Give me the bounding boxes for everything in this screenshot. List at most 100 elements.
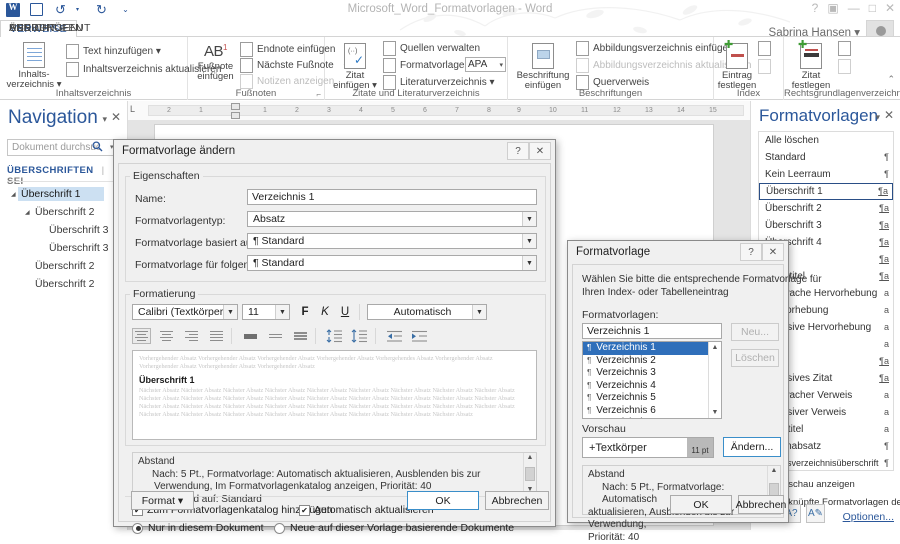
font-color-combo[interactable]: Automatisch ▼	[367, 304, 487, 320]
ok-button[interactable]: OK	[407, 491, 479, 510]
chevron-down-icon[interactable]: ▼	[522, 256, 536, 270]
align-justify-button[interactable]	[207, 328, 226, 344]
insert-tof-button[interactable]: Abbildungsverzeichnis einfügen	[576, 41, 734, 56]
navigation-pane-dropdown-icon[interactable]: ▾	[102, 114, 107, 125]
insert-footnote-button[interactable]: AB1 Fußnote einfügen	[193, 43, 238, 82]
line-spacing-double-button[interactable]	[291, 328, 310, 344]
list-item[interactable]: ¶Verzeichnis 4	[583, 380, 721, 393]
insert-toa-button[interactable]	[838, 41, 851, 56]
first-line-indent-marker[interactable]	[231, 103, 240, 110]
styles-options-link[interactable]: Optionen...	[843, 511, 894, 523]
only-this-document-radio[interactable]: Nur in diesem Dokument	[132, 522, 264, 534]
align-right-button[interactable]	[182, 328, 201, 344]
modify-button[interactable]: Ändern...	[723, 437, 781, 457]
styles-pane-dropdown-icon[interactable]: ▾	[875, 112, 880, 123]
list-item[interactable]: ¶Verzeichnis 3	[583, 367, 721, 380]
left-indent-marker[interactable]	[231, 112, 240, 119]
style-item-standard[interactable]: Standard¶	[759, 149, 893, 166]
dialog-title-buttons[interactable]: ? ✕	[740, 243, 784, 261]
styles-listbox[interactable]: ¶Verzeichnis 1 ¶Verzeichnis 2 ¶Verzeichn…	[582, 341, 722, 419]
mark-entry-button[interactable]: ✚ Eintrag festlegen	[717, 43, 757, 91]
list-item[interactable]: ¶Verzeichnis 6	[583, 405, 721, 418]
font-size-combo[interactable]: 11 ▼	[242, 304, 290, 320]
nav-heading-2[interactable]: Überschrift 2	[32, 205, 98, 219]
insert-citation-button[interactable]: (··) ✓ Zitat einfügen ▾	[329, 43, 381, 91]
cancel-button[interactable]: Abbrechen	[485, 491, 549, 510]
expander-icon[interactable]: ◢	[25, 209, 30, 216]
styles-listbox-scrollbar[interactable]: ▲ ▼	[708, 342, 721, 418]
list-item[interactable]: ¶Verzeichnis 2	[583, 355, 721, 368]
nav-heading-1[interactable]: Überschrift 1	[18, 187, 104, 201]
description-scrollbar[interactable]: ▲ ▼	[523, 453, 536, 496]
manage-styles-button[interactable]: A✎	[806, 504, 825, 523]
navigation-pane-close-icon[interactable]: ✕	[111, 110, 121, 124]
chevron-down-icon[interactable]: ▼	[472, 305, 486, 319]
close-icon[interactable]: ✕	[885, 1, 895, 15]
footnotes-dialog-launcher-icon[interactable]: ⌐	[316, 90, 321, 99]
scroll-up-icon[interactable]: ▲	[524, 453, 536, 464]
list-item[interactable]: ¶Verzeichnis 7	[583, 417, 721, 419]
mark-citation-button[interactable]: ✚ Zitat festlegen	[790, 43, 832, 91]
chevron-down-icon[interactable]: ▼	[522, 212, 536, 226]
collapse-ribbon-icon[interactable]: ⌃	[887, 74, 895, 85]
navigation-tabs[interactable]: ÜBERSCHRIFTEN | SEI	[7, 165, 123, 187]
help-icon[interactable]: ?	[740, 243, 762, 261]
format-button[interactable]: Format ▾	[131, 491, 194, 510]
space-after-button[interactable]	[350, 328, 369, 344]
citation-style-combo[interactable]: APA ▾	[465, 57, 506, 72]
minimize-icon[interactable]: —	[848, 1, 860, 15]
toc-button[interactable]: Inhalts- verzeichnis ▾	[6, 42, 62, 90]
style-item-kein-leerraum[interactable]: Kein Leerraum¶	[759, 166, 893, 183]
style-name-input[interactable]: Verzeichnis 1	[247, 189, 537, 205]
line-spacing-1-5-button[interactable]	[266, 328, 285, 344]
next-style-combo[interactable]: ¶ Standard ▼	[247, 255, 537, 271]
style-type-combo[interactable]: Absatz ▼	[247, 211, 537, 227]
styles-pane-close-icon[interactable]: ✕	[884, 108, 894, 122]
add-text-button[interactable]: Text hinzufügen ▾	[66, 44, 161, 59]
insert-endnote-button[interactable]: Endnote einfügen	[240, 42, 335, 57]
space-before-button[interactable]	[325, 328, 344, 344]
chevron-down-icon[interactable]: ▼	[275, 305, 289, 319]
scroll-up-icon[interactable]: ▲	[768, 466, 780, 477]
dialog-title-buttons[interactable]: ? ✕	[507, 142, 551, 160]
help-icon[interactable]: ?	[812, 1, 819, 15]
font-name-combo[interactable]: Calibri (Textkörper) ▼	[132, 304, 238, 320]
tab-stop-selector-icon[interactable]: L	[130, 104, 135, 114]
horizontal-ruler[interactable]: L 2 1 1 2 3 4 5 6 7 8 9 10 11 12 13 14 1…	[128, 101, 750, 120]
close-icon[interactable]: ✕	[762, 243, 784, 261]
chevron-down-icon[interactable]: ▼	[522, 234, 536, 248]
indent-increase-button[interactable]	[410, 328, 429, 344]
ok-button[interactable]: OK	[670, 495, 732, 514]
based-on-combo[interactable]: ¶ Standard ▼	[247, 233, 537, 249]
new-documents-radio[interactable]: Neue auf dieser Vorlage basierende Dokum…	[274, 522, 514, 534]
style-item-ueberschrift-2[interactable]: Überschrift 2¶a	[759, 200, 893, 217]
nav-tab-headings[interactable]: ÜBERSCHRIFTEN	[7, 165, 93, 176]
scroll-up-icon[interactable]: ▲	[709, 342, 721, 353]
scrollbar-thumb[interactable]	[525, 467, 535, 481]
window-controls[interactable]: ? ▣ — □ ✕	[812, 1, 895, 15]
ribbon-tabs[interactable]: DATEI START EINFÜGEN ENTWURF SEITENLAYOU…	[0, 20, 900, 37]
close-icon[interactable]: ✕	[529, 142, 551, 160]
underline-button[interactable]: U	[337, 304, 353, 320]
dialog-titlebar[interactable]: Formatvorlage ? ✕	[568, 241, 788, 264]
style-dialog[interactable]: Formatvorlage ? ✕ Wählen Sie bitte die e…	[567, 240, 789, 523]
scroll-down-icon[interactable]: ▼	[709, 407, 721, 418]
align-center-button[interactable]	[157, 328, 176, 344]
nav-heading-5[interactable]: Überschrift 2	[32, 259, 98, 273]
list-item[interactable]: ¶Verzeichnis 1	[583, 342, 721, 355]
dialog-titlebar[interactable]: Formatvorlage ändern ? ✕	[114, 140, 555, 163]
nav-heading-4[interactable]: Überschrift 3	[46, 241, 112, 255]
bold-button[interactable]: F	[297, 304, 313, 320]
align-left-button[interactable]	[132, 328, 151, 344]
modify-style-dialog[interactable]: Formatvorlage ändern ? ✕ Eigenschaften N…	[113, 139, 556, 527]
line-spacing-single-button[interactable]	[241, 328, 260, 344]
expander-icon[interactable]: ◢	[11, 191, 16, 198]
search-icon[interactable]	[92, 141, 103, 155]
list-item[interactable]: ¶Verzeichnis 5	[583, 392, 721, 405]
style-item-ueberschrift-1[interactable]: Überschrift 1¶a	[759, 183, 893, 200]
style-item-alle-loeschen[interactable]: Alle löschen	[759, 132, 893, 149]
indent-decrease-button[interactable]	[385, 328, 404, 344]
cancel-button[interactable]: Abbrechen	[738, 495, 784, 514]
help-icon[interactable]: ?	[507, 142, 529, 160]
insert-index-button[interactable]	[758, 41, 771, 56]
